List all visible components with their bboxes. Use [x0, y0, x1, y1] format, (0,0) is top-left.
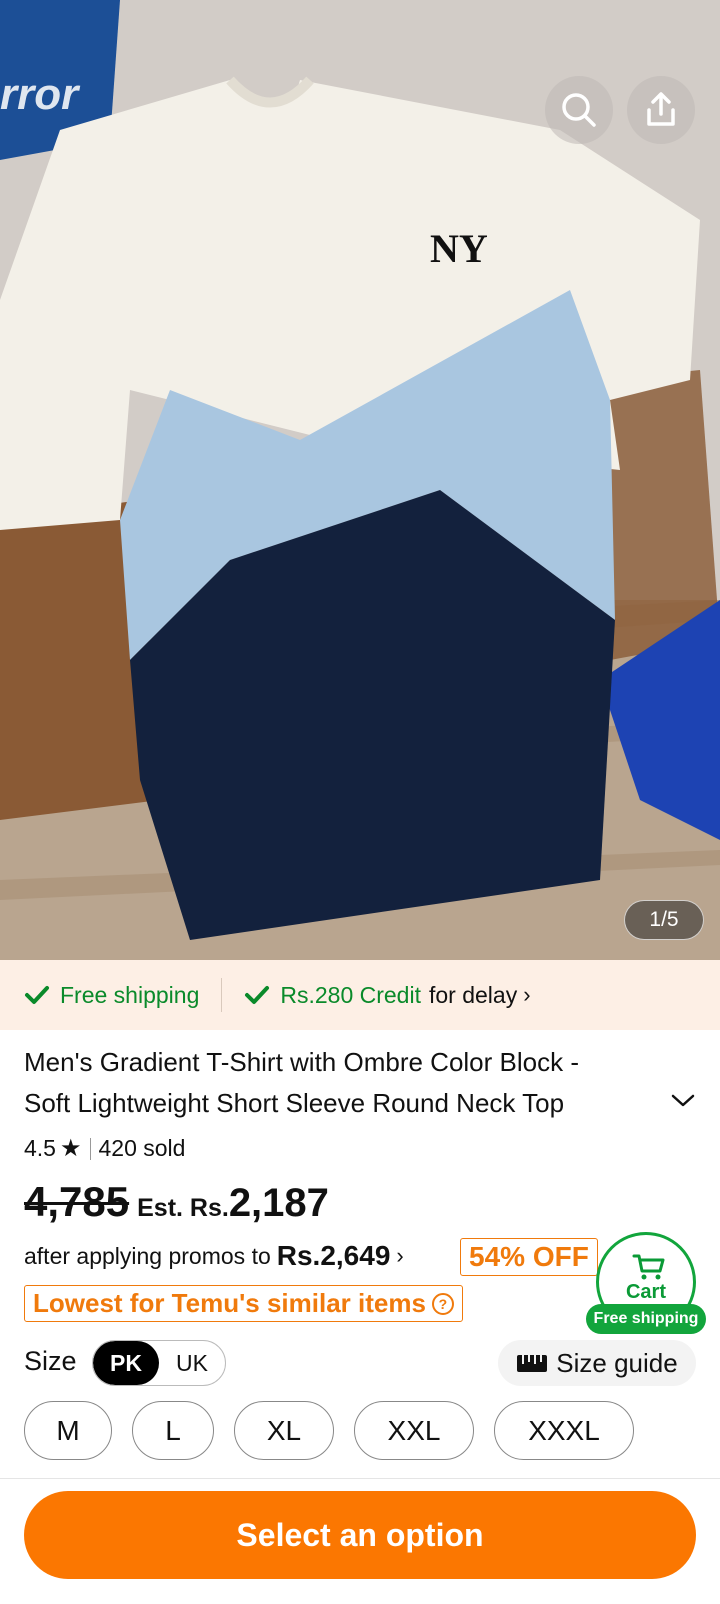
cart-icon	[632, 1254, 665, 1280]
size-region-toggle[interactable]: PK UK	[92, 1340, 226, 1386]
checkmark-icon	[25, 986, 49, 1004]
chevron-right-icon: ›	[523, 982, 531, 1007]
product-title[interactable]: Men's Gradient T-Shirt with Ombre Color …	[24, 1042, 624, 1124]
product-image-gallery[interactable]: NY rror 1/5	[0, 0, 720, 960]
lowest-price-label: Lowest for Temu's similar items	[33, 1288, 426, 1318]
sold-count: 420 sold	[98, 1135, 186, 1161]
cart-free-shipping-badge: Free shipping	[586, 1304, 706, 1334]
estimated-price: 2,187	[228, 1181, 329, 1225]
discount-badge: 54% OFF	[460, 1238, 598, 1276]
rating-row[interactable]: 4.5 ★ 420 sold	[24, 1134, 185, 1163]
size-guide-label: Size guide	[556, 1347, 678, 1378]
free-shipping-info: Free shipping	[24, 982, 199, 1009]
size-option-m[interactable]: M	[24, 1401, 112, 1460]
product-title-line1: Men's Gradient T-Shirt with Ombre Color …	[24, 1047, 579, 1077]
shipping-strip[interactable]: Free shipping Rs.280 Credit for delay ›	[0, 960, 720, 1030]
credit-amount: Rs.280 Credit	[280, 981, 421, 1008]
watermark-logo: rror	[0, 70, 79, 119]
select-option-button[interactable]: Select an option	[24, 1491, 696, 1579]
image-pager: 1/5	[624, 900, 704, 940]
product-title-line2: Soft Lightweight Short Sleeve Round Neck…	[24, 1083, 624, 1124]
cart-label: Cart	[625, 1281, 666, 1303]
lowest-price-badge[interactable]: Lowest for Temu's similar items ?	[24, 1285, 463, 1322]
size-option-xxxl[interactable]: XXXL	[494, 1401, 634, 1460]
size-region-pk[interactable]: PK	[93, 1341, 159, 1385]
ruler-icon	[517, 1355, 548, 1372]
promo-prefix: after applying promos to	[24, 1242, 271, 1269]
est-label: Est. Rs.	[137, 1194, 229, 1222]
question-icon[interactable]: ?	[431, 1292, 454, 1315]
share-button[interactable]	[627, 76, 695, 144]
product-image: NY	[0, 0, 720, 960]
size-options: M L XL XXL XXXL	[24, 1401, 654, 1460]
search-button[interactable]	[545, 76, 613, 144]
delay-credit-link[interactable]: Rs.280 Credit for delay ›	[244, 981, 531, 1009]
rating-value: 4.5	[24, 1135, 56, 1161]
size-option-xxl[interactable]: XXL	[354, 1401, 474, 1460]
free-shipping-label: Free shipping	[60, 981, 200, 1008]
original-price: 4,785	[24, 1178, 130, 1225]
chevron-right-icon: ›	[396, 1243, 404, 1268]
price-row: 4,785 Est. Rs. 2,187	[24, 1178, 329, 1226]
size-region-uk[interactable]: UK	[159, 1341, 225, 1385]
credit-suffix: for delay	[428, 981, 518, 1008]
checkmark-icon	[245, 986, 270, 1004]
promo-price-link[interactable]: after applying promos to Rs.2,649 ›	[24, 1240, 404, 1272]
size-label: Size	[24, 1346, 77, 1376]
search-icon	[562, 93, 596, 127]
size-guide-button[interactable]: Size guide	[498, 1340, 696, 1386]
star-icon: ★	[59, 1135, 82, 1162]
divider	[0, 1478, 720, 1479]
promo-price: Rs.2,649	[276, 1240, 391, 1271]
size-option-l[interactable]: L	[132, 1401, 214, 1460]
size-option-xl[interactable]: XL	[234, 1401, 334, 1460]
share-icon	[647, 92, 675, 126]
divider	[221, 978, 223, 1012]
chevron-down-icon[interactable]	[668, 1088, 698, 1112]
divider	[89, 1137, 91, 1160]
svg-text:NY: NY	[430, 226, 488, 271]
